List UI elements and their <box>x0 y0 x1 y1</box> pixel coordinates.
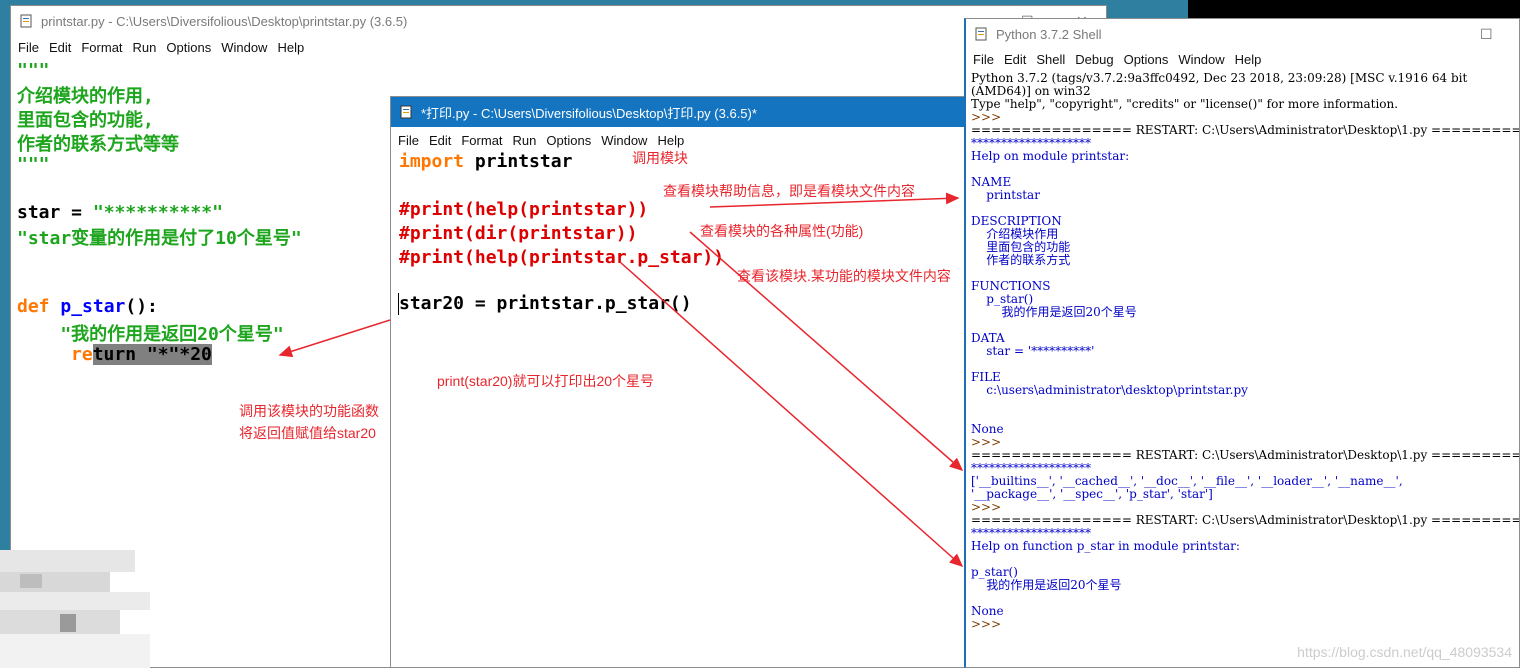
menu-run[interactable]: Run <box>513 133 537 148</box>
menu-window[interactable]: Window <box>601 133 647 148</box>
code-line: 作者的联系方式等等 <box>17 134 179 155</box>
watermark: https://blog.csdn.net/qq_48093534 <box>1297 644 1512 660</box>
menu-help[interactable]: Help <box>277 40 304 55</box>
menubar: File Edit Shell Debug Options Window Hel… <box>966 48 1519 70</box>
code-line: #print(help(printstar)) <box>399 199 649 220</box>
menu-options[interactable]: Options <box>166 40 211 55</box>
code-line: """ <box>17 60 50 81</box>
window-title: Python 3.7.2 Shell <box>996 26 1102 42</box>
shell-line: 我的作用是返回20个星号 <box>971 578 1122 592</box>
text-cursor <box>398 293 399 315</box>
code-line: "我的作用是返回20个星号" <box>17 324 284 345</box>
code-line: return "*"*20 <box>71 344 212 365</box>
code-line: import printstar <box>399 151 573 172</box>
idle-file-icon <box>400 105 412 119</box>
shell-line: Help on function p_star in module prints… <box>971 539 1240 553</box>
window-title: *打印.py - C:\Users\Diversifolious\Desktop… <box>421 105 757 121</box>
annotation-dir-info: 查看模块的各种属性(功能) <box>700 223 864 239</box>
menu-format[interactable]: Format <box>461 133 502 148</box>
menu-window[interactable]: Window <box>1178 52 1224 67</box>
shell-line: 作者的联系方式 <box>971 253 1071 267</box>
blurred-region <box>0 540 150 668</box>
annotation-call-func-1: 调用该模块的功能函数 <box>239 403 379 419</box>
titlebar[interactable]: *打印.py - C:\Users\Diversifolious\Desktop… <box>391 97 969 127</box>
menu-debug[interactable]: Debug <box>1075 52 1113 67</box>
annotation-help-info: 查看模块帮助信息，即是看模块文件内容 <box>663 183 915 199</box>
code-line: """ <box>17 154 50 175</box>
shell-line: star = '**********' <box>971 344 1095 358</box>
shell-line: >>> <box>971 617 1005 631</box>
menu-edit[interactable]: Edit <box>1004 52 1026 67</box>
annotation-call-func-2: 将返回值赋值给star20 <box>239 425 376 441</box>
annotation-print-info: print(star20)就可以打印出20个星号 <box>437 373 655 389</box>
shell-line: printstar <box>971 188 1040 202</box>
menu-file[interactable]: File <box>973 52 994 67</box>
menu-window[interactable]: Window <box>221 40 267 55</box>
shell-line: 我的作用是返回20个星号 <box>971 305 1137 319</box>
menu-run[interactable]: Run <box>133 40 157 55</box>
menu-edit[interactable]: Edit <box>429 133 451 148</box>
menubar: File Edit Format Run Options Window Help <box>11 36 1106 58</box>
python-icon <box>975 27 987 41</box>
shell-line: Help on module printstar: <box>971 149 1130 163</box>
code-line: #print(dir(printstar)) <box>399 223 638 244</box>
menu-options[interactable]: Options <box>1124 52 1169 67</box>
menu-shell[interactable]: Shell <box>1036 52 1065 67</box>
code-line: 介绍模块的作用, <box>17 86 154 107</box>
menu-help[interactable]: Help <box>1235 52 1262 67</box>
maximize-icon[interactable]: ☐ <box>1480 26 1493 43</box>
menu-file[interactable]: File <box>18 40 39 55</box>
menu-help[interactable]: Help <box>657 133 684 148</box>
shell-line: Type "help", "copyright", "credits" or "… <box>971 97 1399 111</box>
code-area[interactable]: import printstar #print(help(printstar))… <box>391 151 969 667</box>
desktop-dark-strip <box>1188 0 1520 20</box>
shell-line: '__package__', '__spec__', 'p_star', 'st… <box>971 487 1213 501</box>
titlebar[interactable]: Python 3.7.2 Shell ☐ <box>966 19 1519 49</box>
shell-window[interactable]: Python 3.7.2 Shell ☐ File Edit Shell Deb… <box>964 18 1520 668</box>
shell-output[interactable]: Python 3.7.2 (tags/v3.7.2:9a3ffc0492, De… <box>971 72 1519 667</box>
menu-edit[interactable]: Edit <box>49 40 71 55</box>
annotation-func-info: 查看该模块.某功能的模块文件内容 <box>737 268 951 284</box>
code-line: 里面包含的功能, <box>17 110 154 131</box>
titlebar[interactable]: printstar.py - C:\Users\Diversifolious\D… <box>11 6 1106 36</box>
idle-file-icon <box>20 14 32 28</box>
menu-format[interactable]: Format <box>81 40 122 55</box>
code-line: #print(help(printstar.p_star)) <box>399 247 725 268</box>
code-line: def p_star(): <box>17 296 158 317</box>
code-line: star = "**********" <box>17 202 223 223</box>
menu-file[interactable]: File <box>398 133 419 148</box>
shell-line: c:\users\administrator\desktop\printstar… <box>971 383 1248 397</box>
menu-options[interactable]: Options <box>546 133 591 148</box>
code-line: star20 = printstar.p_star() <box>399 293 692 314</box>
code-line: "star变量的作用是付了10个星号" <box>17 228 302 249</box>
annotation-call-module: 调用模块 <box>632 150 688 166</box>
window-title: printstar.py - C:\Users\Diversifolious\D… <box>41 13 408 29</box>
